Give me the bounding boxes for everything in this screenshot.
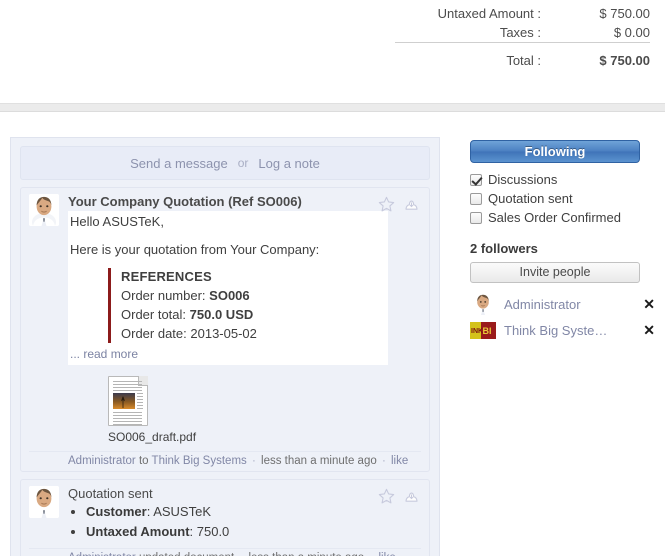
- follower-name[interactable]: Think Big Syste…: [504, 323, 639, 338]
- download-icon[interactable]: [403, 488, 420, 505]
- log-note-link[interactable]: Log a note: [258, 156, 319, 171]
- footer-dot: ·: [250, 455, 258, 467]
- svg-text:BI: BI: [483, 326, 492, 336]
- doc-text-lines-top: [113, 381, 142, 393]
- reference-order-date: Order date: 2013-05-02: [121, 325, 382, 344]
- subscription-row-sales-order-confirmed[interactable]: Sales Order Confirmed: [470, 208, 655, 227]
- taxes-value: $ 0.00: [555, 23, 650, 43]
- download-icon[interactable]: [403, 196, 420, 213]
- message-subject: Quotation sent: [68, 486, 421, 501]
- subscription-list: Discussions Quotation sent Sales Order C…: [470, 170, 655, 227]
- footer-dot: ·: [380, 455, 388, 467]
- doc-image-thumbnail: [113, 393, 135, 409]
- message-action: updated document: [139, 552, 234, 556]
- follower-sidebar: Following Discussions Quotation sent Sal…: [470, 140, 655, 344]
- like-link[interactable]: like: [391, 455, 408, 467]
- references-block: REFERENCES Order number: SO006 Order tot…: [108, 268, 382, 343]
- message-body: Hello ASUSTeK, Here is your quotation fr…: [68, 211, 388, 365]
- message-author[interactable]: Administrator: [68, 552, 136, 556]
- attachment[interactable]: SO006_draft.pdf: [108, 376, 421, 444]
- message-tools: [378, 488, 420, 505]
- checkbox-sales-order-confirmed[interactable]: [470, 212, 482, 224]
- compose-or-label: or: [238, 156, 249, 170]
- totals-row-untaxed: Untaxed Amount : $ 750.00: [395, 4, 650, 23]
- message-item: Your Company Quotation (Ref SO006) Hello…: [20, 187, 430, 472]
- follower-row-think-big-systems: INK BI Think Big Syste… ✕: [470, 318, 655, 342]
- chatter-panel: Send a message or Log a note: [10, 137, 440, 556]
- footer-dot: ·: [237, 552, 245, 556]
- order-number-value: SO006: [209, 288, 249, 303]
- footer-dot: ·: [367, 552, 375, 556]
- like-link[interactable]: like: [378, 552, 395, 556]
- message-time: less than a minute ago: [261, 455, 377, 467]
- taxes-label: Taxes :: [395, 23, 555, 43]
- totals-row-taxes: Taxes : $ 0.00: [395, 23, 650, 43]
- send-message-link[interactable]: Send a message: [130, 156, 228, 171]
- list-item: Untaxed Amount: 750.0: [86, 522, 421, 542]
- message-author[interactable]: Administrator: [68, 455, 136, 467]
- totals-row-grand: Total : $ 750.00: [395, 44, 650, 70]
- avatar: INK BI: [470, 320, 496, 341]
- tracking-field-value: : 750.0: [190, 524, 230, 539]
- subscription-label: Quotation sent: [488, 191, 573, 206]
- order-date-value: 2013-05-02: [190, 326, 257, 341]
- subscription-label: Discussions: [488, 172, 557, 187]
- tracking-field-label: Untaxed Amount: [86, 524, 190, 539]
- total-value: $ 750.00: [555, 44, 650, 70]
- followers-list: Administrator ✕ INK BI Think Big Syste… …: [470, 292, 655, 342]
- untaxed-amount-label: Untaxed Amount :: [395, 4, 555, 23]
- doc-text-lines-side: [137, 393, 143, 411]
- message-subject: Your Company Quotation (Ref SO006): [68, 194, 421, 209]
- tracking-field-value: : ASUSTeK: [147, 504, 211, 519]
- avatar: [29, 194, 59, 226]
- star-icon[interactable]: [378, 196, 395, 213]
- order-totals: Untaxed Amount : $ 750.00 Taxes : $ 0.00…: [395, 4, 650, 70]
- order-date-label: Order date:: [121, 326, 187, 341]
- star-icon[interactable]: [378, 488, 395, 505]
- read-more-link[interactable]: ... read more: [70, 347, 138, 361]
- message-greeting: Hello ASUSTeK,: [70, 213, 382, 231]
- message-item: Quotation sent Customer: ASUSTeK Untaxed…: [20, 479, 430, 556]
- message-footer: Administrator updated document · less th…: [29, 548, 421, 556]
- subscription-row-quotation-sent[interactable]: Quotation sent: [470, 189, 655, 208]
- subscription-row-discussions[interactable]: Discussions: [470, 170, 655, 189]
- invite-people-button[interactable]: Invite people: [470, 262, 640, 283]
- section-separator: [0, 103, 665, 112]
- svg-text:INK: INK: [471, 328, 483, 335]
- list-item: Customer: ASUSTeK: [86, 502, 421, 522]
- follower-row-administrator: Administrator ✕: [470, 292, 655, 316]
- checkbox-discussions[interactable]: [470, 174, 482, 186]
- pdf-document-icon[interactable]: [108, 376, 148, 426]
- follower-name[interactable]: Administrator: [504, 297, 639, 312]
- remove-follower-button[interactable]: ✕: [639, 322, 655, 339]
- remove-follower-button[interactable]: ✕: [639, 296, 655, 313]
- subscription-label: Sales Order Confirmed: [488, 210, 621, 225]
- checkbox-quotation-sent[interactable]: [470, 193, 482, 205]
- total-label: Total :: [395, 44, 555, 70]
- message-time: less than a minute ago: [248, 552, 364, 556]
- message-intro: Here is your quotation from Your Company…: [70, 241, 382, 259]
- message-tools: [378, 196, 420, 213]
- avatar: [29, 486, 59, 518]
- message-action: to: [139, 455, 149, 467]
- reference-order-number: Order number: SO006: [121, 287, 382, 306]
- order-number-label: Order number:: [121, 288, 206, 303]
- message-target[interactable]: Think Big Systems: [152, 455, 247, 467]
- message-footer: Administrator to Think Big Systems · les…: [29, 451, 421, 471]
- tracking-field-label: Customer: [86, 504, 147, 519]
- avatar: [470, 294, 496, 315]
- reference-order-total: Order total: 750.0 USD: [121, 306, 382, 325]
- following-button[interactable]: Following: [470, 140, 640, 163]
- references-heading: REFERENCES: [121, 268, 382, 287]
- untaxed-amount-value: $ 750.00: [555, 4, 650, 23]
- compose-bar: Send a message or Log a note: [20, 146, 430, 180]
- tracking-values-list: Customer: ASUSTeK Untaxed Amount: 750.0: [68, 502, 421, 541]
- doc-text-lines-bottom: [113, 412, 142, 427]
- attachment-filename[interactable]: SO006_draft.pdf: [108, 430, 421, 444]
- order-total-value: 750.0 USD: [190, 307, 254, 322]
- order-total-label: Order total:: [121, 307, 186, 322]
- followers-count: 2 followers: [470, 241, 655, 256]
